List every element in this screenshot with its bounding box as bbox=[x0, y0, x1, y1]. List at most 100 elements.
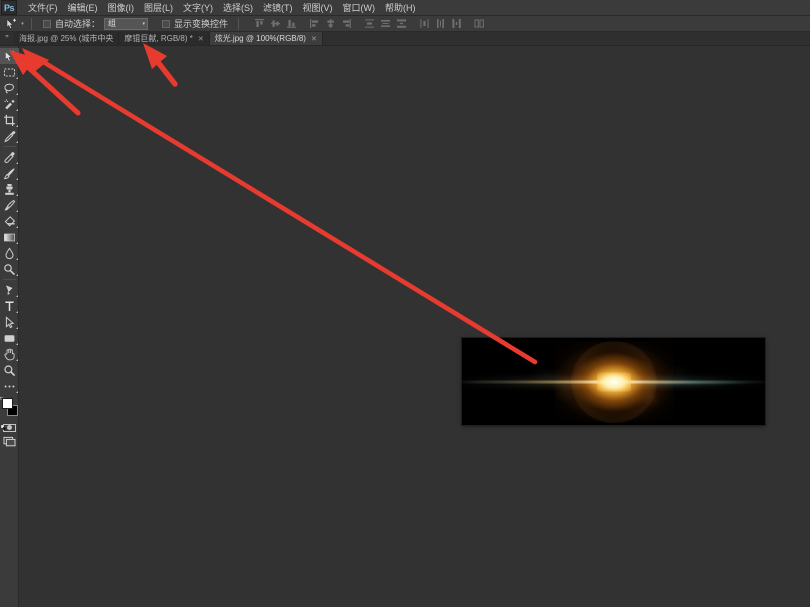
flare-hot-center bbox=[596, 372, 631, 391]
tab-poster[interactable]: 海报.jpg @ 25% (城市中央 bbox=[14, 32, 120, 45]
menu-edit[interactable]: 编辑(E) bbox=[63, 0, 103, 16]
options-bar: ▾ 自动选择： 组 ▾ 显示变换控件 bbox=[0, 16, 810, 32]
align-right-edges-button[interactable] bbox=[339, 17, 354, 31]
crop-tool[interactable] bbox=[0, 112, 19, 128]
hand-tool[interactable] bbox=[0, 346, 19, 362]
close-icon[interactable]: ✕ bbox=[198, 35, 204, 43]
history-brush-tool[interactable] bbox=[0, 197, 19, 213]
flyout-triangle-icon bbox=[15, 258, 18, 260]
flyout-triangle-icon bbox=[15, 162, 18, 164]
menu-select[interactable]: 选择(S) bbox=[218, 0, 258, 16]
edit-toolbar-tool[interactable] bbox=[0, 378, 19, 394]
rectangular-marquee-tool[interactable] bbox=[0, 64, 19, 80]
distribute-right-edges-button[interactable] bbox=[449, 17, 464, 31]
tab-flare-title: 炫光.jpg @ 100%(RGB/8) bbox=[214, 34, 306, 43]
align-horizontal-centers-button[interactable] bbox=[323, 17, 338, 31]
menu-help[interactable]: 帮助(H) bbox=[380, 0, 421, 16]
menu-layer[interactable]: 图层(L) bbox=[139, 0, 178, 16]
auto-select-value: 组 bbox=[108, 19, 117, 28]
clone-stamp-tool[interactable] bbox=[0, 181, 19, 197]
tab-poster-cont-title: 摩锟巨献, RGB/8) * bbox=[124, 34, 193, 43]
move-tool[interactable] bbox=[0, 48, 19, 64]
flyout-triangle-icon bbox=[15, 210, 18, 212]
close-icon[interactable]: ✕ bbox=[311, 35, 317, 43]
quick-selection-tool[interactable] bbox=[0, 96, 19, 112]
document-window[interactable] bbox=[462, 338, 765, 425]
lasso-tool[interactable] bbox=[0, 80, 19, 96]
path-selection-tool[interactable] bbox=[0, 314, 19, 330]
distribute-vertical-centers-button[interactable] bbox=[378, 17, 393, 31]
tools-panel: ⇆ bbox=[0, 46, 19, 607]
flyout-triangle-icon bbox=[15, 226, 18, 228]
flyout-triangle-icon bbox=[15, 343, 18, 345]
menu-type[interactable]: 文字(Y) bbox=[178, 0, 218, 16]
screen-mode-button[interactable] bbox=[0, 434, 19, 449]
flyout-triangle-icon bbox=[15, 242, 18, 244]
flyout-triangle-icon bbox=[15, 93, 18, 95]
horizontal-type-tool[interactable] bbox=[0, 298, 19, 314]
foreground-color-swatch[interactable] bbox=[1, 398, 13, 409]
menu-view[interactable]: 视图(V) bbox=[298, 0, 338, 16]
show-transform-label: 显示变换控件 bbox=[174, 19, 229, 29]
show-transform-group: 显示变换控件 bbox=[162, 17, 228, 30]
options-separator-1 bbox=[31, 17, 32, 30]
distribute-horizontal-centers-button[interactable] bbox=[433, 17, 448, 31]
tools-separator-2 bbox=[2, 279, 16, 280]
photoshop-logo-icon: Ps bbox=[1, 0, 17, 15]
auto-select-label: 自动选择： bbox=[55, 19, 101, 29]
eyedropper-tool[interactable] bbox=[0, 128, 19, 144]
menu-window[interactable]: 窗口(W) bbox=[338, 0, 381, 16]
spot-healing-brush-tool[interactable] bbox=[0, 149, 19, 165]
canvas-area[interactable] bbox=[19, 46, 810, 607]
auto-select-dropdown[interactable]: 组 ▾ bbox=[104, 17, 149, 30]
flyout-triangle-icon bbox=[15, 109, 18, 111]
pen-tool[interactable] bbox=[0, 282, 19, 298]
brush-tool[interactable] bbox=[0, 165, 19, 181]
tool-preset-chevron-icon[interactable]: ▾ bbox=[19, 17, 26, 31]
align-bottom-edges-button[interactable] bbox=[284, 17, 299, 31]
show-transform-checkbox[interactable] bbox=[162, 19, 171, 28]
align-top-edges-button[interactable] bbox=[252, 17, 267, 31]
dodge-tool[interactable] bbox=[0, 261, 19, 277]
chevron-down-icon: ▾ bbox=[142, 20, 146, 27]
move-tool-icon[interactable] bbox=[3, 17, 19, 31]
eraser-tool[interactable] bbox=[0, 213, 19, 229]
flyout-triangle-icon bbox=[15, 77, 18, 79]
quick-mask-dot bbox=[6, 425, 12, 430]
flyout-triangle-icon bbox=[15, 274, 18, 276]
tab-poster-cont[interactable]: 摩锟巨献, RGB/8) * ✕ bbox=[119, 32, 210, 45]
menu-bar: Ps 文件(F) 编辑(E) 图像(I) 图层(L) 文字(Y) 选择(S) 滤… bbox=[0, 0, 810, 16]
tab-bar-grip[interactable]: ❞ bbox=[0, 31, 14, 45]
distribute-bottom-edges-button[interactable] bbox=[394, 17, 409, 31]
flyout-triangle-icon bbox=[15, 178, 18, 180]
tools-separator-1 bbox=[2, 146, 16, 147]
flyout-triangle-icon bbox=[15, 61, 18, 63]
menu-file[interactable]: 文件(F) bbox=[23, 0, 63, 16]
menu-filter[interactable]: 滤镜(T) bbox=[258, 0, 298, 16]
flyout-triangle-icon bbox=[15, 141, 18, 143]
menu-image[interactable]: 图像(I) bbox=[103, 0, 140, 16]
tab-poster-title: 海报.jpg @ 25% (城市中央 bbox=[19, 34, 114, 43]
rectangle-tool[interactable] bbox=[0, 330, 19, 346]
document-tab-bar: ❞ 海报.jpg @ 25% (城市中央 摩锟巨献, RGB/8) * ✕ 炫光… bbox=[0, 32, 810, 46]
flyout-triangle-icon bbox=[15, 194, 18, 196]
flyout-triangle-icon bbox=[15, 327, 18, 329]
document-image-flare[interactable] bbox=[462, 338, 765, 425]
gradient-tool[interactable] bbox=[0, 229, 19, 245]
align-vertical-centers-button[interactable] bbox=[268, 17, 283, 31]
align-left-edges-button[interactable] bbox=[307, 17, 322, 31]
zoom-tool[interactable] bbox=[0, 362, 19, 378]
auto-align-layers-button[interactable] bbox=[472, 17, 487, 31]
distribute-top-edges-button[interactable] bbox=[362, 17, 377, 31]
flyout-triangle-icon bbox=[15, 125, 18, 127]
auto-select-group: 自动选择： 组 ▾ bbox=[43, 17, 149, 30]
auto-select-checkbox[interactable] bbox=[43, 19, 51, 28]
screen-mode-icon bbox=[3, 436, 16, 447]
photoshop-window: Ps 文件(F) 编辑(E) 图像(I) 图层(L) 文字(Y) 选择(S) 滤… bbox=[0, 0, 810, 607]
tab-flare[interactable]: 炫光.jpg @ 100%(RGB/8) ✕ bbox=[209, 32, 323, 45]
default-colors-icon[interactable] bbox=[0, 417, 6, 431]
options-separator-2 bbox=[238, 17, 240, 30]
flyout-triangle-icon bbox=[15, 391, 18, 393]
distribute-left-edges-button[interactable] bbox=[417, 17, 432, 31]
blur-tool[interactable] bbox=[0, 245, 19, 261]
